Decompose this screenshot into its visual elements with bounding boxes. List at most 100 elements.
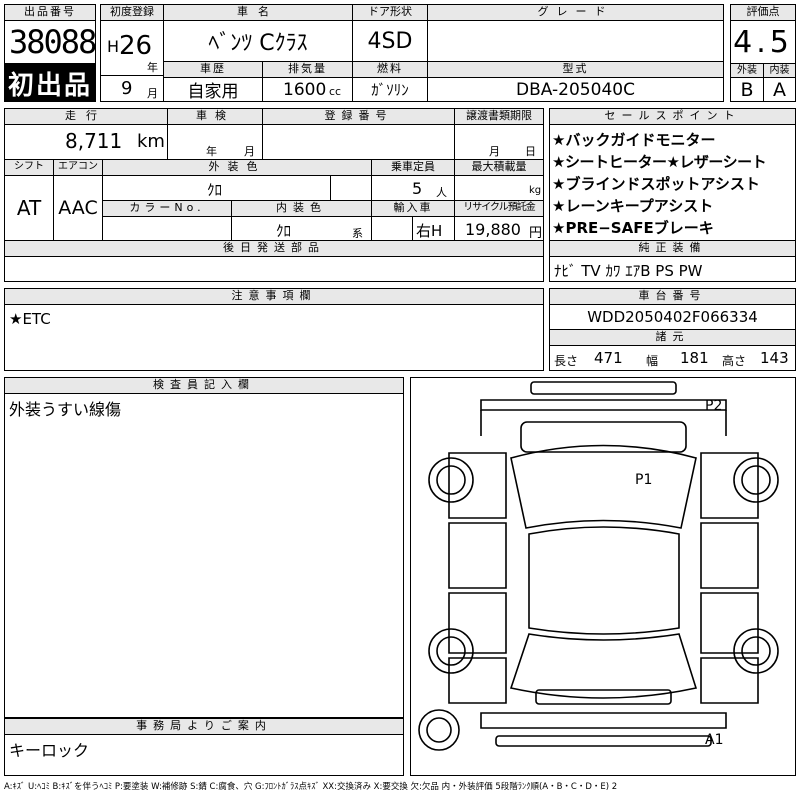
height-label: 高さ bbox=[722, 354, 747, 368]
delivery-cell bbox=[4, 256, 544, 282]
insp-year-unit: 年 bbox=[206, 145, 217, 158]
windshield-shape bbox=[510, 444, 697, 529]
exterior-grade: B bbox=[730, 77, 764, 102]
sales-title: セールスポイント bbox=[549, 108, 796, 125]
transfer-label: 譲渡書類期限 bbox=[454, 108, 544, 125]
int-color: ｸﾛ bbox=[276, 222, 292, 240]
length: 471 bbox=[594, 349, 623, 367]
int-color-label: 内装色 bbox=[231, 200, 372, 217]
shift-label: シフト bbox=[4, 159, 54, 176]
reg-year: 26 bbox=[119, 31, 153, 61]
wheel-front-right-inner-shape bbox=[741, 465, 771, 495]
cc-unit: cc bbox=[329, 85, 342, 98]
kg-unit: kg bbox=[529, 185, 542, 196]
chassis-title: 車台番号 bbox=[549, 288, 796, 305]
equipment-title: 純正装備 bbox=[549, 240, 796, 257]
spec-cell: 長さ 471 幅 181 高さ 143 bbox=[549, 345, 796, 371]
reg-era: H bbox=[107, 37, 120, 56]
kei-unit: 系 bbox=[352, 227, 363, 240]
height: 143 bbox=[760, 349, 789, 367]
first-listing-badge: 初出品 bbox=[4, 64, 96, 102]
reg-month-unit: 月 bbox=[147, 87, 158, 100]
transfer-cell: 月 日 bbox=[454, 124, 544, 160]
displacement-label: 排気量 bbox=[262, 61, 353, 78]
load-cell: kg bbox=[454, 175, 544, 201]
car-diagram: P2 P1 A1 bbox=[410, 377, 796, 776]
front-fender-left-shape bbox=[448, 452, 507, 519]
transfer-day-unit: 日 bbox=[525, 145, 536, 158]
reg-label: 初度登録 bbox=[100, 4, 164, 21]
color-divider bbox=[330, 175, 331, 201]
wheel-rear-right-inner-shape bbox=[741, 636, 771, 666]
chassis-number: WDD2050402F066334 bbox=[549, 304, 796, 330]
person-unit: 人 bbox=[436, 186, 447, 199]
reg-year-cell: H 26 年 bbox=[100, 20, 164, 76]
rear-door-right-shape bbox=[700, 592, 759, 654]
sales-point: ★バックガイドモニター bbox=[552, 131, 716, 149]
wheel-front-left-shape bbox=[428, 457, 474, 503]
sales-point: ★レーンキープアシスト bbox=[552, 197, 714, 215]
regno-label: 登録番号 bbox=[262, 108, 455, 125]
lot-label: 出品番号 bbox=[4, 4, 96, 21]
transfer-month-unit: 月 bbox=[489, 145, 500, 158]
sales-point: ★PRE−SAFEブレーキ bbox=[552, 219, 714, 237]
wheel-front-right-shape bbox=[733, 457, 779, 503]
delivery-label: 後日発送部品 bbox=[4, 240, 544, 257]
diagram-p2: P2 bbox=[705, 398, 723, 414]
office-text: キーロック bbox=[9, 741, 90, 760]
reg-month-cell: 9 月 bbox=[100, 75, 164, 102]
rear-bumper-shape bbox=[480, 712, 727, 729]
ac: AAC bbox=[53, 175, 103, 241]
door-label: ドア形状 bbox=[352, 4, 428, 21]
model-label: 型式 bbox=[427, 61, 724, 78]
interior-grade: A bbox=[763, 77, 796, 102]
spare-wheel-inner-shape bbox=[426, 717, 452, 743]
sales-point: ★シートヒーター★レザーシート bbox=[552, 153, 767, 171]
displacement-cell: 1600 cc bbox=[262, 77, 353, 102]
model-code: DBA-205040C bbox=[427, 77, 724, 102]
km-unit: km bbox=[137, 131, 165, 152]
sales-point: ★ブラインドスポットアシスト bbox=[552, 175, 760, 193]
colorno-label: カラーNo. bbox=[102, 200, 232, 217]
colorno-cell bbox=[102, 216, 232, 241]
import-label: 輸入車 bbox=[371, 200, 455, 217]
import-cell: 右H bbox=[371, 216, 455, 241]
front-door-right-shape bbox=[700, 522, 759, 589]
car-diagram-svg bbox=[418, 381, 779, 751]
insp-month-unit: 月 bbox=[244, 145, 255, 158]
score-label: 評価点 bbox=[730, 4, 796, 21]
car-name: ﾍﾞﾝﾂ Cｸﾗｽ bbox=[163, 20, 353, 62]
wheel-rear-left-inner-shape bbox=[436, 636, 466, 666]
equipment-text: ﾅﾋﾞ TV ｶﾜ ｴｱB PS PW bbox=[554, 262, 703, 280]
inspection-label: 車検 bbox=[167, 108, 263, 125]
car-name-label: 車名 bbox=[163, 4, 353, 21]
shift: AT bbox=[4, 175, 54, 241]
mileage: 8,711 bbox=[65, 129, 123, 153]
regno-cell bbox=[262, 124, 455, 160]
reg-month: 9 bbox=[121, 78, 133, 99]
door-type: 4SD bbox=[352, 20, 428, 62]
front-corner-shape bbox=[480, 410, 727, 436]
mileage-cell: 8,711 km bbox=[4, 124, 168, 160]
trunk-shape bbox=[535, 689, 672, 705]
inspector-text: 外装うすい線傷 bbox=[9, 400, 122, 419]
recycle-cell: 19,880 円 bbox=[454, 216, 544, 241]
rear-door-left-shape bbox=[448, 592, 507, 654]
history: 自家用 bbox=[163, 77, 263, 102]
front-bumper-top-shape bbox=[530, 381, 677, 395]
recycle-label: リサイクル預託金 bbox=[454, 200, 544, 217]
front-bumper-shape bbox=[480, 399, 727, 411]
wheel-rear-right-shape bbox=[733, 628, 779, 674]
handle: 右H bbox=[416, 222, 443, 240]
equipment-cell: ﾅﾋﾞ TV ｶﾜ ｴｱB PS PW bbox=[549, 256, 796, 282]
fuel: ｶﾞｿﾘﾝ bbox=[352, 77, 428, 102]
notes-box: ★ETC bbox=[4, 304, 544, 371]
recycle: 19,880 bbox=[465, 220, 521, 239]
wheel-front-left-inner-shape bbox=[436, 465, 466, 495]
diagram-p1: P1 bbox=[635, 472, 653, 488]
capacity-cell: 5 人 bbox=[371, 175, 455, 201]
rear-fender-right-shape bbox=[700, 657, 759, 704]
rear-fender-left-shape bbox=[448, 657, 507, 704]
int-color-cell: ｸﾛ 系 bbox=[231, 216, 372, 241]
score: 4.5 bbox=[730, 20, 796, 64]
